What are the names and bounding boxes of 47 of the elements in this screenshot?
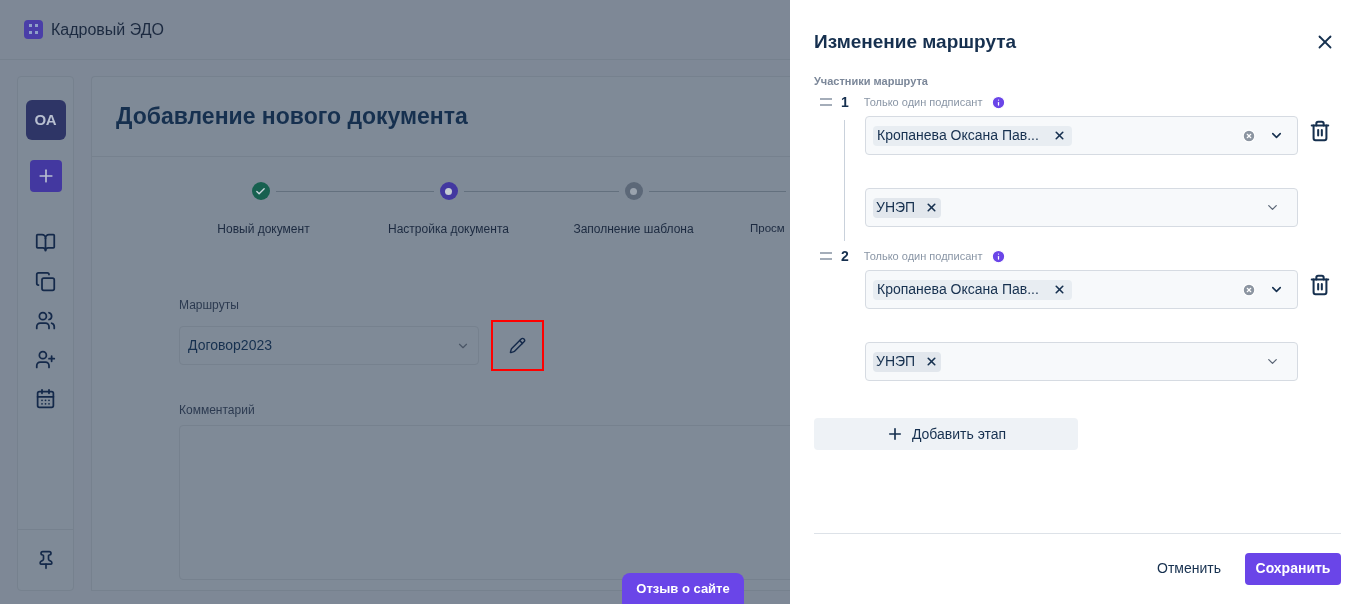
cancel-button[interactable]: Отменить — [1155, 552, 1223, 585]
save-button[interactable]: Сохранить — [1245, 552, 1341, 585]
signature-tag: УНЭП — [873, 197, 942, 218]
pencil-icon — [509, 337, 526, 354]
clear-icon[interactable] — [1242, 128, 1256, 143]
signature-type-select[interactable]: УНЭП — [865, 188, 1298, 227]
field-label: Комментарий — [179, 402, 256, 419]
info-icon[interactable] — [991, 248, 1007, 264]
calendar-icon[interactable] — [35, 388, 56, 409]
signer-tag: Кропанева Оксана Пав... — [873, 125, 1072, 146]
signer-tag: Кропанева Оксана Пав... — [873, 279, 1072, 300]
section-label: Участники маршрута — [814, 73, 929, 89]
copy-icon[interactable] — [35, 271, 56, 292]
signer-select[interactable]: Кропанева Оксана Пав... — [865, 270, 1298, 309]
panel-title: Изменение маршрута — [814, 30, 1017, 54]
page-title: Добавление нового документа — [116, 102, 468, 132]
delete-icon[interactable] — [1308, 120, 1331, 142]
signature-tag: УНЭП — [873, 351, 942, 372]
routes-select[interactable]: Договор2023 — [179, 326, 479, 365]
edit-button[interactable] — [491, 320, 544, 371]
add-stage-button[interactable]: Добавить этап — [814, 418, 1078, 450]
user-plus-icon[interactable] — [35, 349, 56, 370]
info-icon[interactable] — [991, 94, 1007, 110]
stage-number: 1 — [841, 92, 849, 112]
remove-icon[interactable] — [1052, 129, 1066, 142]
remove-icon[interactable] — [1052, 283, 1066, 296]
user-avatar: ОА — [25, 100, 66, 140]
step-label: Новый документ — [217, 221, 310, 238]
add-button[interactable] — [29, 160, 62, 192]
users-icon[interactable] — [35, 310, 56, 331]
drag-handle-icon[interactable] — [820, 252, 832, 260]
signature-type-select[interactable]: УНЭП — [865, 342, 1298, 381]
drag-handle-icon[interactable] — [820, 98, 832, 106]
delete-icon[interactable] — [1308, 274, 1331, 296]
step-label: Заполнение шаблона — [573, 221, 694, 238]
app-title: Кадровый ЭДО — [51, 19, 164, 40]
app-logo-icon — [24, 20, 43, 39]
book-icon[interactable] — [35, 232, 56, 253]
feedback-button[interactable]: Отзыв о сайте — [622, 573, 744, 604]
stage-number: 2 — [841, 246, 849, 266]
clear-icon[interactable] — [1242, 282, 1256, 297]
stage-mode-label: Только один подписант — [863, 94, 983, 110]
field-label: Маршруты — [179, 297, 240, 314]
stage-mode-label: Только один подписант — [863, 248, 983, 264]
step-label: Настройка документа — [388, 221, 509, 238]
step-label: Просм — [750, 221, 785, 236]
signer-select[interactable]: Кропанева Оксана Пав... — [865, 116, 1298, 155]
